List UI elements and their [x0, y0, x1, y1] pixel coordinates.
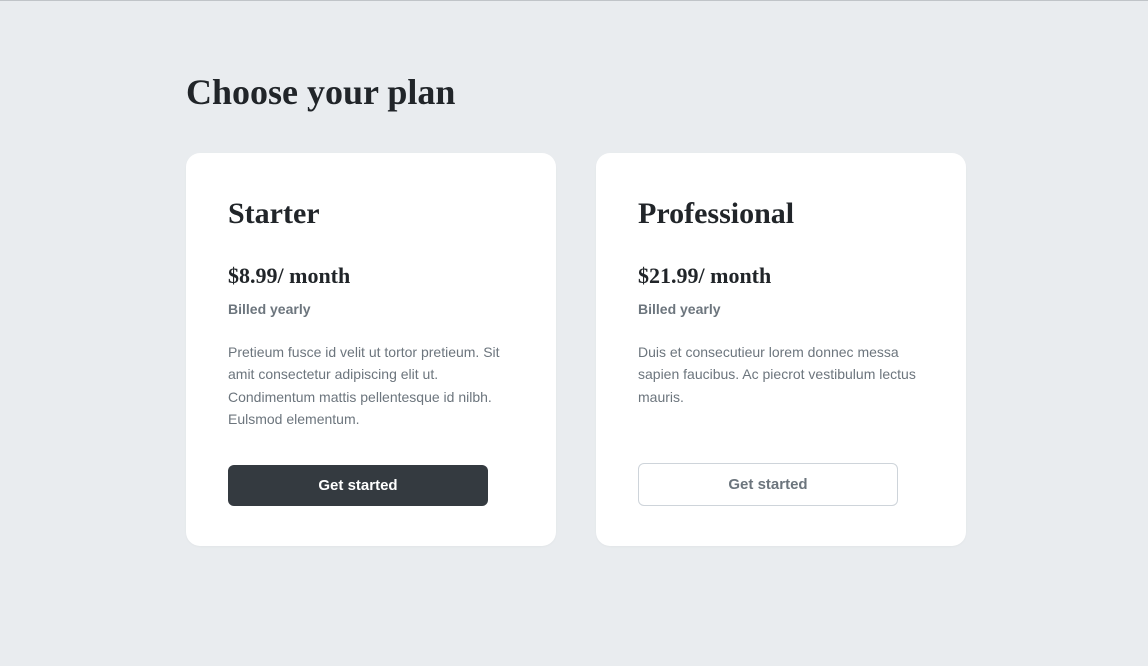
plan-description: Pretieum fusce id velit ut tortor pretie… [228, 341, 514, 431]
plan-name: Professional [638, 197, 924, 231]
plan-price: $21.99/ month [638, 263, 924, 289]
get-started-button-starter[interactable]: Get started [228, 465, 488, 506]
plan-billing: Billed yearly [228, 301, 514, 317]
plans-row: Starter $8.99/ month Billed yearly Preti… [186, 153, 966, 546]
plan-name: Starter [228, 197, 514, 231]
plan-card-professional: Professional $21.99/ month Billed yearly… [596, 153, 966, 546]
get-started-button-professional[interactable]: Get started [638, 463, 898, 506]
plan-card-starter: Starter $8.99/ month Billed yearly Preti… [186, 153, 556, 546]
page-title: Choose your plan [186, 71, 966, 113]
plan-billing: Billed yearly [638, 301, 924, 317]
pricing-container: Choose your plan Starter $8.99/ month Bi… [186, 71, 966, 546]
plan-price: $8.99/ month [228, 263, 514, 289]
plan-description: Duis et consecutieur lorem donnec messa … [638, 341, 924, 429]
